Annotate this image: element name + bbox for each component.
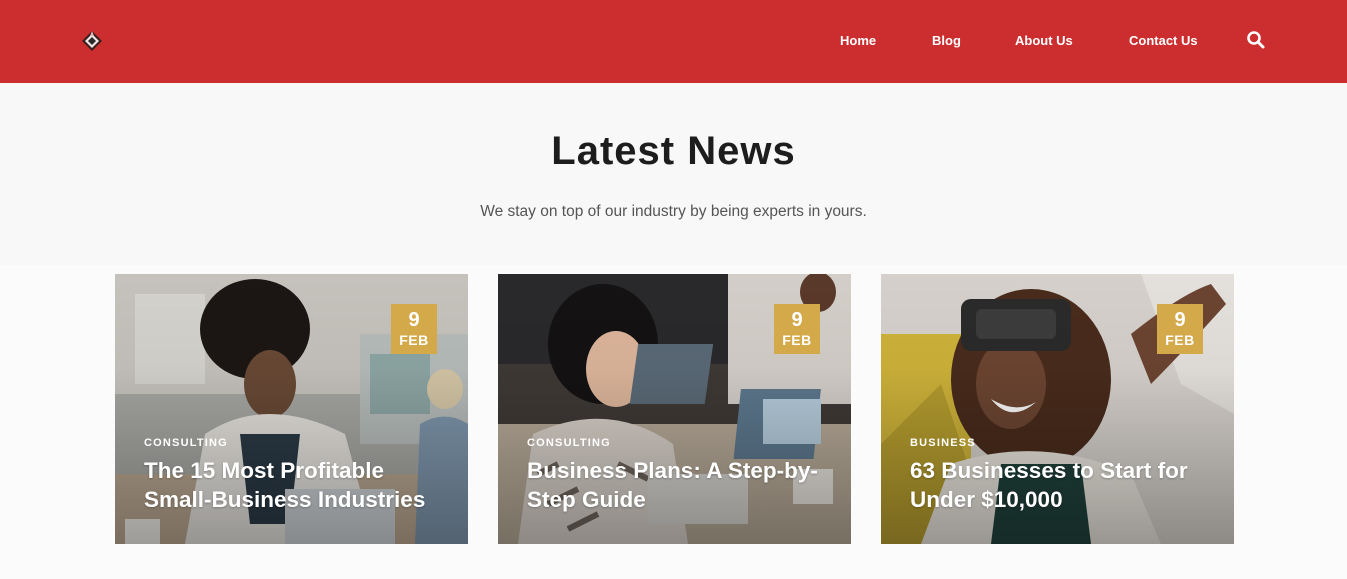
main-nav: Home Blog About Us Contact Us: [0, 0, 1347, 83]
date-month: FEB: [782, 332, 812, 348]
news-card[interactable]: 9 FEB BUSINESS 63 Businesses to Start fo…: [881, 274, 1234, 544]
nav-contact-us[interactable]: Contact Us: [1129, 31, 1198, 51]
card-category[interactable]: CONSULTING: [527, 436, 822, 450]
date-day: 9: [408, 309, 420, 331]
card-title[interactable]: The 15 Most Profitable Small-Business In…: [144, 456, 439, 514]
card-category[interactable]: BUSINESS: [910, 436, 1205, 450]
card-category[interactable]: CONSULTING: [144, 436, 439, 450]
card-text: BUSINESS 63 Businesses to Start for Unde…: [910, 436, 1205, 514]
page-title: Latest News: [551, 129, 796, 173]
news-card[interactable]: 9 FEB CONSULTING Business Plans: A Step-…: [498, 274, 851, 544]
section-subtitle: We stay on top of our industry by being …: [480, 203, 867, 220]
date-badge: 9 FEB: [774, 304, 820, 354]
search-icon[interactable]: [1246, 30, 1266, 50]
date-month: FEB: [399, 332, 429, 348]
news-card[interactable]: 9 FEB CONSULTING The 15 Most Profitable …: [115, 274, 468, 544]
site-header: Home Blog About Us Contact Us: [0, 0, 1347, 83]
card-text: CONSULTING The 15 Most Profitable Small-…: [144, 436, 439, 514]
date-badge: 9 FEB: [1157, 304, 1203, 354]
nav-blog[interactable]: Blog: [932, 31, 961, 51]
date-badge: 9 FEB: [391, 304, 437, 354]
date-day: 9: [1174, 309, 1186, 331]
card-title[interactable]: Business Plans: A Step-by-Step Guide: [527, 456, 822, 514]
nav-about-us[interactable]: About Us: [1015, 31, 1073, 51]
card-title[interactable]: 63 Businesses to Start for Under $10,000: [910, 456, 1205, 514]
card-text: CONSULTING Business Plans: A Step-by-Ste…: [527, 436, 822, 514]
date-day: 9: [791, 309, 803, 331]
date-month: FEB: [1165, 332, 1195, 348]
nav-home[interactable]: Home: [840, 31, 876, 51]
